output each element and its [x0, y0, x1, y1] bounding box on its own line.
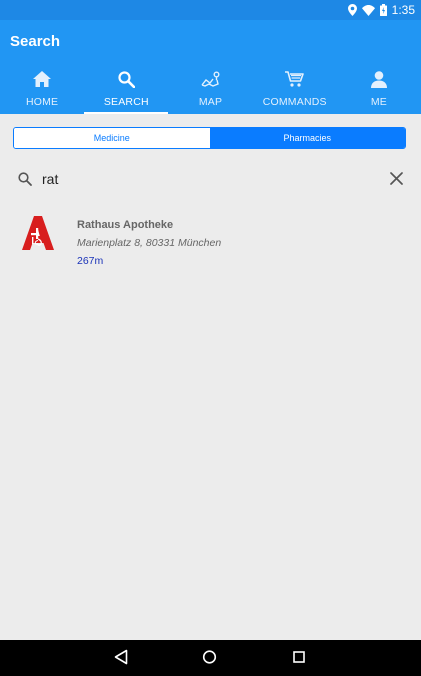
location-icon: [347, 4, 357, 16]
wifi-icon: [361, 4, 375, 16]
home-circle-icon[interactable]: [202, 649, 217, 670]
pharmacy-address: Marienplatz 8, 80331 München: [77, 237, 222, 249]
tab-bar: HOME SEARCH MAP COMMANDS ME: [0, 66, 421, 114]
status-bar: 1:35: [0, 0, 421, 20]
tab-label: HOME: [25, 96, 59, 108]
tab-label: SEARCH: [103, 96, 149, 108]
segment-medicine[interactable]: Medicine: [14, 128, 210, 148]
pharmacy-name: Rathaus Apotheke: [77, 219, 174, 231]
tab-me[interactable]: ME: [337, 66, 421, 114]
back-icon[interactable]: [114, 649, 128, 670]
map-icon: [200, 68, 221, 90]
pharmacy-distance: 267m: [77, 255, 104, 267]
tab-home[interactable]: HOME: [0, 66, 84, 114]
tab-label: COMMANDS: [262, 96, 327, 108]
recents-icon[interactable]: [292, 649, 306, 670]
segment-pharmacies[interactable]: Pharmacies: [209, 128, 405, 148]
app-bar: Search HOME SEARCH MAP COMMANDS ME: [0, 20, 421, 114]
search-bar: [0, 163, 421, 195]
medicine-pharmacies-toggle: Medicine Pharmacies: [13, 127, 406, 149]
apotheke-logo: [22, 216, 54, 255]
search-icon: [118, 68, 135, 90]
cart-icon: [285, 68, 305, 90]
home-icon: [33, 68, 52, 90]
list-item[interactable]: Rathaus Apotheke Marienplatz 8, 80331 Mü…: [0, 212, 421, 274]
tab-label: ME: [370, 96, 387, 108]
tab-label: MAP: [198, 96, 223, 108]
person-icon: [370, 68, 387, 90]
search-input[interactable]: [42, 168, 372, 190]
system-nav-bar: [0, 640, 421, 676]
status-time: 1:35: [391, 3, 415, 17]
page-title: Search: [10, 33, 61, 50]
close-icon[interactable]: [390, 172, 403, 190]
battery-charging-icon: [379, 4, 387, 16]
tab-search[interactable]: SEARCH: [84, 66, 169, 114]
tab-commands[interactable]: COMMANDS: [253, 66, 337, 114]
tab-map[interactable]: MAP: [168, 66, 252, 114]
search-icon: [18, 172, 32, 191]
